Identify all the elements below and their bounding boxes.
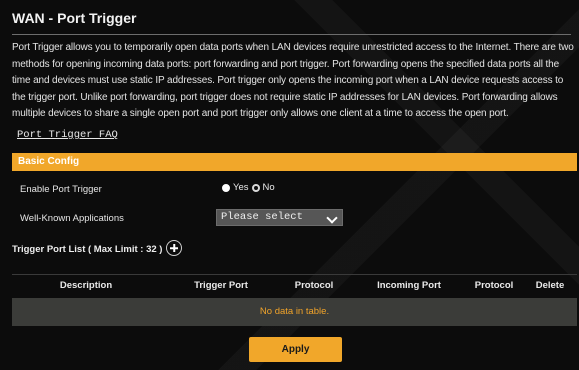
- page-description: Port Trigger allows you to temporarily o…: [12, 42, 574, 119]
- enable-yes-option[interactable]: Yes: [222, 182, 249, 193]
- trigger-table-header: Description Trigger Port Protocol Incomi…: [12, 274, 577, 295]
- title-divider: [12, 34, 571, 35]
- basic-config-header: Basic Config: [12, 153, 577, 171]
- port-trigger-faq-link[interactable]: Port Trigger FAQ: [17, 129, 118, 141]
- page-title: WAN - Port Trigger: [12, 10, 137, 26]
- col-incoming-port: Incoming Port: [377, 280, 441, 291]
- col-delete: Delete: [535, 280, 565, 291]
- port-trigger-page: WAN - Port Trigger Port Trigger allows y…: [0, 0, 579, 370]
- col-description: Description: [59, 280, 113, 291]
- empty-table-message: No data in table.: [259, 306, 330, 317]
- apply-button[interactable]: Apply: [249, 337, 342, 362]
- no-radio[interactable]: [251, 183, 260, 192]
- trigger-port-list-title: Trigger Port List ( Max Limit : 32 ): [12, 244, 163, 255]
- col-trigger-port: Trigger Port: [194, 280, 248, 291]
- col-protocol-incoming: Protocol: [474, 280, 514, 291]
- well-known-apps-value: Please select: [221, 211, 303, 223]
- enable-port-trigger-radio-group: Yes No: [222, 182, 278, 193]
- yes-label: Yes: [233, 182, 249, 193]
- col-protocol-trigger: Protocol: [294, 280, 334, 291]
- well-known-apps-label: Well-Known Applications: [20, 213, 124, 224]
- enable-port-trigger-label: Enable Port Trigger: [20, 184, 102, 195]
- yes-radio[interactable]: [222, 183, 230, 192]
- well-known-apps-select[interactable]: Please select: [216, 209, 343, 226]
- no-label: No: [262, 182, 275, 193]
- empty-table-row: No data in table.: [12, 298, 577, 326]
- chevron-down-icon: [326, 212, 338, 224]
- enable-no-option[interactable]: No: [251, 182, 275, 193]
- basic-config-title: Basic Config: [18, 156, 80, 167]
- add-icon[interactable]: [166, 240, 182, 256]
